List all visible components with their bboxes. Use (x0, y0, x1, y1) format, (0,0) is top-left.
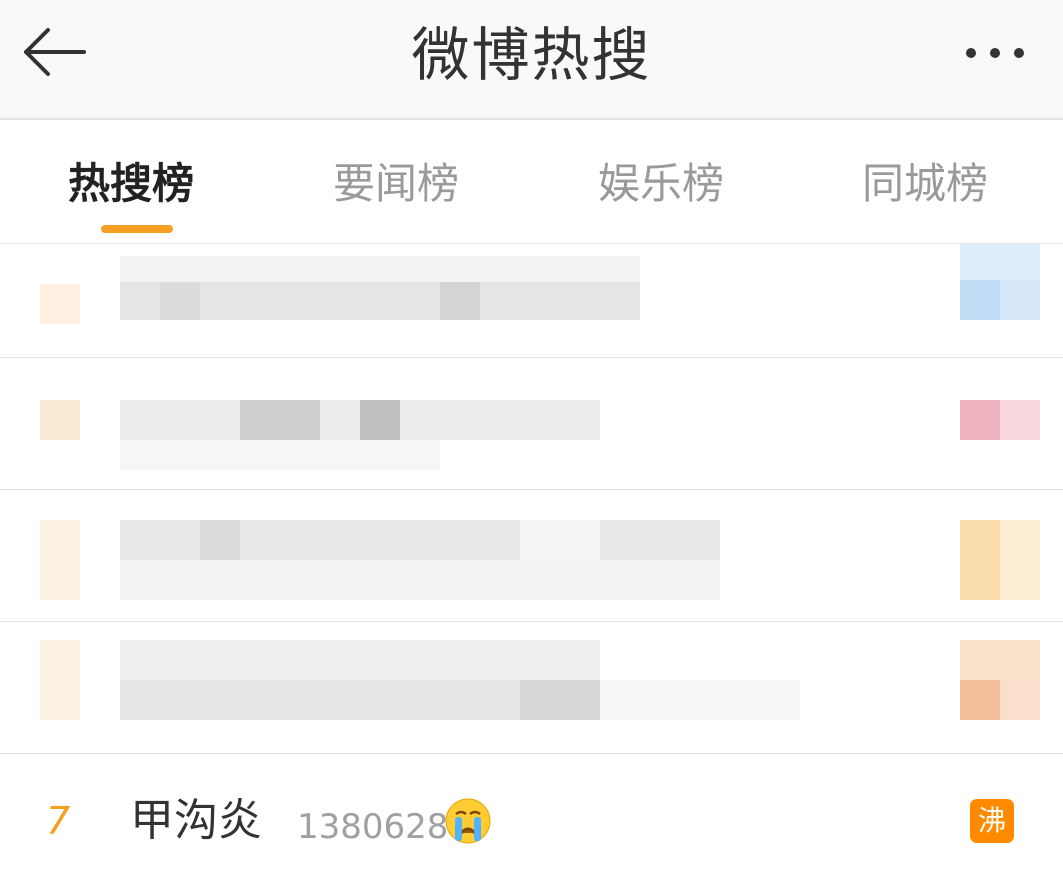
topic-blurred (120, 256, 640, 282)
tab-hot-search[interactable]: 热搜榜 (68, 158, 194, 210)
topic-blurred (120, 560, 720, 600)
rank-blurred (40, 400, 80, 440)
tab-news[interactable]: 要闻榜 (333, 158, 459, 210)
tab-local[interactable]: 同城榜 (862, 158, 988, 210)
active-tab-indicator (101, 225, 173, 233)
pixel-block (200, 520, 240, 560)
list-item-censored[interactable] (0, 622, 1063, 754)
tab-entertainment[interactable]: 娱乐榜 (598, 158, 724, 210)
list-item-censored[interactable] (0, 244, 1063, 358)
topic-title[interactable]: 甲沟炎 (130, 792, 262, 850)
badge-blurred (1000, 400, 1040, 440)
rank-blurred (40, 640, 80, 720)
rank-blurred (40, 520, 80, 600)
tab-bar: 热搜榜 要闻榜 娱乐榜 同城榜 (0, 120, 1063, 244)
more-dots-icon (966, 48, 1024, 58)
list-item-censored[interactable] (0, 358, 1063, 490)
badge-blurred (960, 244, 1040, 280)
pixel-block (160, 282, 200, 320)
pixel-block (440, 282, 480, 320)
page-title: 微博热搜 (411, 21, 652, 89)
badge-blurred (960, 680, 1000, 720)
crying-face-emoji-icon (443, 795, 493, 847)
rank-number: 7 (46, 799, 71, 843)
badge-blurred (1000, 520, 1040, 600)
topic-blurred (120, 640, 600, 680)
topic-blurred (120, 440, 440, 470)
badge-blurred (960, 640, 1040, 680)
badge-blurred (1000, 280, 1040, 320)
badge-blurred (960, 280, 1000, 320)
hot-badge: 沸 (970, 799, 1014, 843)
rank-blurred (40, 284, 80, 324)
pixel-block (520, 520, 600, 560)
top-bar: 微博热搜 (0, 0, 1063, 120)
badge-blurred (960, 520, 1000, 600)
pixel-block (520, 680, 600, 720)
pixel-block (240, 400, 320, 440)
more-button[interactable] (963, 38, 1033, 68)
search-count: 1380628 (297, 807, 449, 847)
list-item-censored[interactable] (0, 490, 1063, 622)
badge-blurred (960, 400, 1000, 440)
pixel-block (360, 400, 400, 440)
pixel-block (600, 680, 800, 720)
badge-blurred (1000, 680, 1040, 720)
